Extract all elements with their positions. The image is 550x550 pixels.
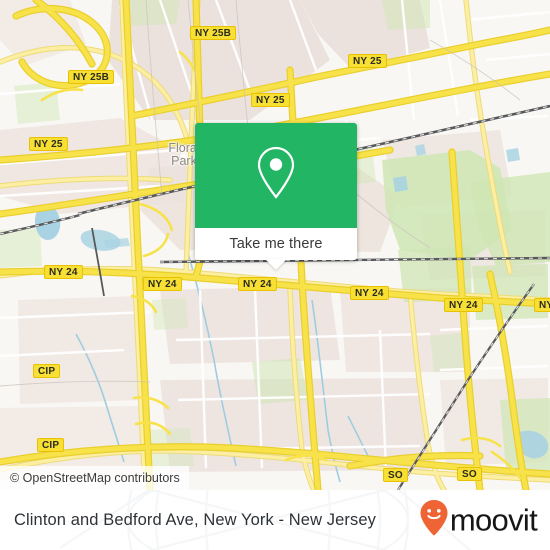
road-shield: CIP — [33, 364, 61, 378]
map-pin-icon — [255, 145, 297, 206]
road-shield: NY 24 — [444, 298, 483, 312]
road-shield: NY 24 — [350, 286, 389, 300]
road-shield: NY 24 — [534, 298, 550, 312]
osm-attribution[interactable]: © OpenStreetMap contributors — [0, 466, 189, 490]
road-shield: NY 25 — [251, 93, 290, 107]
location-title: Clinton and Bedford Ave, New York - New … — [14, 510, 376, 529]
road-shield: NY 25 — [29, 137, 68, 151]
osm-attribution-label: © OpenStreetMap contributors — [10, 471, 180, 485]
road-shield: SO — [457, 467, 482, 481]
road-shield: NY 24 — [143, 277, 182, 291]
moovit-pin-icon — [419, 499, 449, 542]
moovit-logo[interactable]: moovit — [419, 499, 538, 542]
popup-header — [195, 123, 357, 228]
road-shield: SO — [383, 468, 408, 482]
popup-footer[interactable]: Take me there — [195, 228, 357, 270]
footer-bar: Clinton and Bedford Ave, New York - New … — [0, 490, 550, 550]
road-shield: NY 25B — [68, 70, 115, 84]
take-me-there-label: Take me there — [229, 236, 323, 252]
road-shield: NY 25 — [348, 54, 387, 68]
destination-popup-card[interactable]: Take me there — [195, 123, 357, 270]
road-shield: NY 25B — [190, 26, 237, 40]
road-shield: NY 24 — [238, 277, 277, 291]
map-canvas[interactable]: Floral Park NY 25B NY 25B NY 25 NY 25 NY… — [0, 0, 550, 490]
map-screenshot-root: Floral Park NY 25B NY 25B NY 25 NY 25 NY… — [0, 0, 550, 550]
road-shield: NY 24 — [44, 265, 83, 279]
road-shield: CIP — [37, 438, 65, 452]
popup-pointer-tip — [265, 259, 287, 270]
moovit-wordmark: moovit — [449, 502, 538, 538]
